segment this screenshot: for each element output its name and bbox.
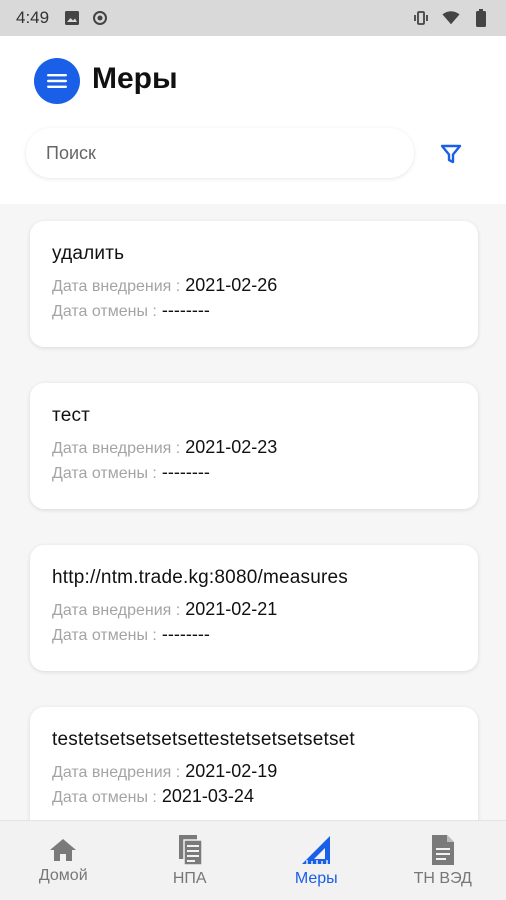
app-header: Меры — [0, 36, 506, 204]
intro-date-row: Дата внедрения : 2021-02-26 — [52, 275, 456, 296]
measure-title: тест — [52, 405, 91, 426]
nav-label-npa: НПА — [172, 869, 207, 887]
intro-date-row: Дата внедрения : 2021-02-23 — [52, 437, 456, 458]
circle-dot-icon — [91, 9, 109, 27]
battery-icon — [472, 9, 490, 27]
hamburger-menu-icon — [47, 74, 67, 88]
file-icon — [431, 834, 454, 865]
home-icon — [50, 838, 77, 861]
intro-date-value: 2021-02-19 — [185, 761, 278, 781]
intro-date-value: 2021-02-21 — [185, 599, 278, 619]
bottom-nav: Домой НПА Меры ТН ВЭД — [0, 820, 506, 900]
cancel-date-row: Дата отмены : 2021-03-24 — [52, 786, 456, 807]
measure-card[interactable]: testetsetsetsetsettestetsetsetsetset Дат… — [30, 707, 478, 820]
measure-title: удалить — [52, 243, 125, 264]
intro-date-label: Дата внедрения : — [52, 602, 181, 619]
measures-list[interactable]: удалить Дата внедрения : 2021-02-26 Дата… — [0, 204, 506, 820]
cancel-date-value: 2021-03-24 — [161, 786, 254, 806]
nav-item-npa[interactable]: НПА — [127, 821, 254, 900]
intro-date-row: Дата внедрения : 2021-02-19 — [52, 761, 456, 782]
filter-icon — [440, 144, 462, 164]
image-icon — [63, 9, 81, 27]
intro-date-label: Дата внедрения : — [52, 764, 181, 781]
filter-button[interactable] — [436, 139, 466, 169]
nav-label-tn-ved: ТН ВЭД — [413, 869, 472, 887]
status-bar: 4:49 — [0, 0, 506, 36]
cancel-date-row: Дата отмены : -------- — [52, 624, 456, 645]
menu-button[interactable] — [34, 58, 80, 104]
intro-date-row: Дата внедрения : 2021-02-21 — [52, 599, 456, 620]
cancel-date-label: Дата отмены : — [52, 627, 157, 644]
measure-card[interactable]: http://ntm.trade.kg:8080/measures Дата в… — [30, 545, 478, 671]
status-time: 4:49 — [16, 8, 50, 27]
ruler-triangle-icon — [302, 835, 331, 864]
cancel-date-value: -------- — [161, 300, 210, 320]
search-input[interactable] — [26, 128, 414, 178]
intro-date-label: Дата внедрения : — [52, 440, 181, 457]
intro-date-value: 2021-02-26 — [185, 275, 278, 295]
documents-icon — [178, 834, 203, 866]
intro-date-label: Дата внедрения : — [52, 278, 181, 295]
cancel-date-value: -------- — [161, 624, 210, 644]
measure-title: testetsetsetsetsettestetsetsetsetset — [52, 729, 355, 750]
measure-card[interactable]: удалить Дата внедрения : 2021-02-26 Дата… — [30, 221, 478, 347]
cancel-date-label: Дата отмены : — [52, 789, 157, 806]
nav-item-home[interactable]: Домой — [0, 821, 127, 900]
measure-card[interactable]: тест Дата внедрения : 2021-02-23 Дата от… — [30, 383, 478, 509]
cancel-date-row: Дата отмены : -------- — [52, 462, 456, 483]
cancel-date-label: Дата отмены : — [52, 303, 157, 320]
search-box — [26, 128, 414, 178]
vibrate-icon — [412, 9, 430, 27]
cancel-date-row: Дата отмены : -------- — [52, 300, 456, 321]
page-title: Меры — [92, 62, 178, 95]
nav-item-measures[interactable]: Меры — [253, 821, 380, 900]
cancel-date-label: Дата отмены : — [52, 465, 157, 482]
nav-label-home: Домой — [38, 866, 88, 884]
cancel-date-value: -------- — [161, 462, 210, 482]
wifi-icon — [442, 9, 460, 27]
measure-title: http://ntm.trade.kg:8080/measures — [52, 567, 348, 588]
intro-date-value: 2021-02-23 — [185, 437, 278, 457]
nav-label-measures: Меры — [294, 869, 338, 887]
nav-item-tn-ved[interactable]: ТН ВЭД — [380, 821, 506, 900]
